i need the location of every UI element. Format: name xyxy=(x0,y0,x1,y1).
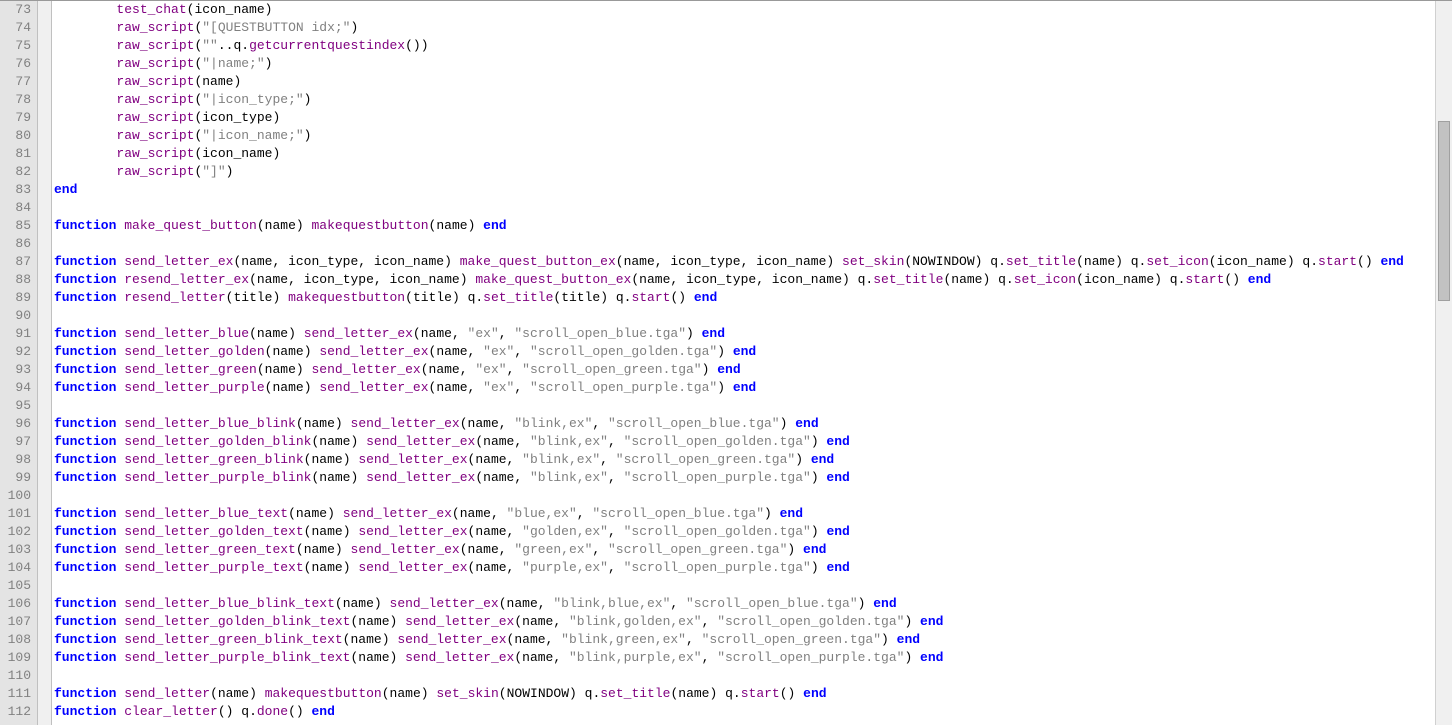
code-line[interactable]: function send_letter(name) makequestbutt… xyxy=(54,685,1435,703)
code-area[interactable]: test_chat(icon_name) raw_script("[QUESTB… xyxy=(52,1,1435,725)
code-line[interactable] xyxy=(54,199,1435,217)
line-number: 97 xyxy=(0,433,31,451)
line-number: 74 xyxy=(0,19,31,37)
line-number: 81 xyxy=(0,145,31,163)
code-line[interactable]: raw_script("[QUESTBUTTON idx;") xyxy=(54,19,1435,37)
code-line[interactable] xyxy=(54,487,1435,505)
code-line[interactable]: function send_letter_ex(name, icon_type,… xyxy=(54,253,1435,271)
code-line[interactable]: function clear_letter() q.done() end xyxy=(54,703,1435,721)
code-line[interactable]: raw_script("|icon_type;") xyxy=(54,91,1435,109)
code-line[interactable]: function send_letter_green(name) send_le… xyxy=(54,361,1435,379)
line-number: 106 xyxy=(0,595,31,613)
code-line[interactable]: raw_script("|icon_name;") xyxy=(54,127,1435,145)
line-number: 76 xyxy=(0,55,31,73)
code-line[interactable]: function resend_letter(title) makequestb… xyxy=(54,289,1435,307)
line-number: 109 xyxy=(0,649,31,667)
code-line[interactable]: raw_script("|name;") xyxy=(54,55,1435,73)
line-number: 89 xyxy=(0,289,31,307)
line-number: 111 xyxy=(0,685,31,703)
line-number: 98 xyxy=(0,451,31,469)
fold-margin[interactable] xyxy=(38,1,52,725)
code-line[interactable]: function send_letter_purple(name) send_l… xyxy=(54,379,1435,397)
code-line[interactable]: raw_script(icon_name) xyxy=(54,145,1435,163)
code-line[interactable]: function send_letter_golden(name) send_l… xyxy=(54,343,1435,361)
line-number: 75 xyxy=(0,37,31,55)
line-number: 90 xyxy=(0,307,31,325)
code-line[interactable]: raw_script(icon_type) xyxy=(54,109,1435,127)
line-number: 96 xyxy=(0,415,31,433)
code-line[interactable] xyxy=(54,307,1435,325)
line-number: 95 xyxy=(0,397,31,415)
line-number: 107 xyxy=(0,613,31,631)
line-number: 87 xyxy=(0,253,31,271)
line-number: 82 xyxy=(0,163,31,181)
vertical-scrollbar[interactable] xyxy=(1435,1,1452,725)
code-line[interactable]: function send_letter_golden_blink(name) … xyxy=(54,433,1435,451)
line-number: 94 xyxy=(0,379,31,397)
code-line[interactable]: function send_letter_golden_text(name) s… xyxy=(54,523,1435,541)
line-number: 92 xyxy=(0,343,31,361)
line-number: 110 xyxy=(0,667,31,685)
code-line[interactable]: function send_letter_purple_text(name) s… xyxy=(54,559,1435,577)
code-line[interactable]: function send_letter_blue_blink(name) se… xyxy=(54,415,1435,433)
line-number: 105 xyxy=(0,577,31,595)
code-line[interactable]: function resend_letter_ex(name, icon_typ… xyxy=(54,271,1435,289)
code-line[interactable]: raw_script("]") xyxy=(54,163,1435,181)
line-number: 85 xyxy=(0,217,31,235)
code-line[interactable]: function send_letter_green_blink(name) s… xyxy=(54,451,1435,469)
line-number: 91 xyxy=(0,325,31,343)
code-line[interactable]: test_chat(icon_name) xyxy=(54,1,1435,19)
code-line[interactable]: raw_script(""..q.getcurrentquestindex()) xyxy=(54,37,1435,55)
line-number: 112 xyxy=(0,703,31,721)
code-line[interactable]: function send_letter_purple_blink(name) … xyxy=(54,469,1435,487)
line-number: 77 xyxy=(0,73,31,91)
code-line[interactable]: function send_letter_golden_blink_text(n… xyxy=(54,613,1435,631)
line-number: 102 xyxy=(0,523,31,541)
line-number: 86 xyxy=(0,235,31,253)
line-number: 99 xyxy=(0,469,31,487)
line-number: 83 xyxy=(0,181,31,199)
code-line[interactable] xyxy=(54,397,1435,415)
code-line[interactable]: function send_letter_green_text(name) se… xyxy=(54,541,1435,559)
code-line[interactable]: function send_letter_green_blink_text(na… xyxy=(54,631,1435,649)
line-number: 103 xyxy=(0,541,31,559)
scrollbar-thumb[interactable] xyxy=(1438,121,1450,301)
line-number: 101 xyxy=(0,505,31,523)
code-line[interactable] xyxy=(54,235,1435,253)
line-number: 80 xyxy=(0,127,31,145)
code-line[interactable]: function send_letter_purple_blink_text(n… xyxy=(54,649,1435,667)
line-number: 108 xyxy=(0,631,31,649)
code-line[interactable]: end xyxy=(54,181,1435,199)
line-number: 84 xyxy=(0,199,31,217)
line-number: 104 xyxy=(0,559,31,577)
line-number: 79 xyxy=(0,109,31,127)
line-number-gutter[interactable]: 7374757677787980818283848586878889909192… xyxy=(0,1,38,725)
code-line[interactable]: function send_letter_blue_blink_text(nam… xyxy=(54,595,1435,613)
line-number: 88 xyxy=(0,271,31,289)
line-number: 100 xyxy=(0,487,31,505)
code-line[interactable]: function send_letter_blue_text(name) sen… xyxy=(54,505,1435,523)
code-editor: 7374757677787980818283848586878889909192… xyxy=(0,0,1452,725)
code-line[interactable] xyxy=(54,667,1435,685)
code-line[interactable]: raw_script(name) xyxy=(54,73,1435,91)
line-number: 93 xyxy=(0,361,31,379)
line-number: 73 xyxy=(0,1,31,19)
code-line[interactable]: function make_quest_button(name) makeque… xyxy=(54,217,1435,235)
code-line[interactable] xyxy=(54,577,1435,595)
line-number: 78 xyxy=(0,91,31,109)
code-line[interactable]: function send_letter_blue(name) send_let… xyxy=(54,325,1435,343)
